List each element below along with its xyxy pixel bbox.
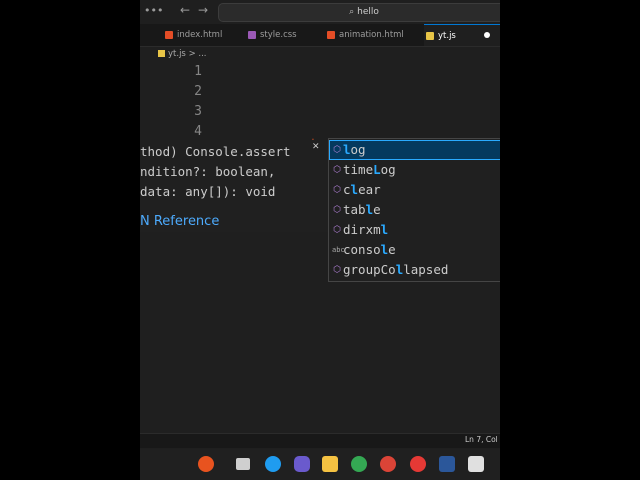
chrome-icon[interactable]: [351, 456, 367, 472]
search-icon: ⌕: [349, 7, 355, 17]
line-number: 2: [194, 84, 202, 99]
snipping-tool-icon[interactable]: [468, 456, 484, 472]
line-number: 1: [194, 64, 202, 79]
command-search-box[interactable]: ⌕ hello: [218, 3, 500, 22]
method-icon: ⬡: [333, 165, 341, 175]
reference-link[interactable]: N Reference: [140, 214, 219, 229]
chrome-profile-icon[interactable]: [380, 456, 396, 472]
tab-label: index.html: [177, 30, 223, 40]
app-fire-icon[interactable]: [198, 456, 214, 472]
method-icon: ⬡: [333, 265, 341, 275]
status-bar: Ln 7, Col 1: [140, 433, 500, 448]
suggestion-label: groupCollapsed: [343, 262, 449, 277]
suggestion-item[interactable]: ⬡ table: [329, 200, 500, 220]
suggestion-label: log: [343, 142, 366, 157]
vscode-window: ••• ← → ⌕ hello index.html style.css anim…: [140, 0, 500, 480]
search-text: hello: [357, 7, 379, 17]
suggestion-label: clear: [343, 182, 381, 197]
suggestion-item[interactable]: ⬡ clear: [329, 180, 500, 200]
suggestion-item[interactable]: ⬡ timeLog: [329, 160, 500, 180]
tab-animation-html[interactable]: animation.html: [327, 24, 404, 46]
suggest-widget: ⬡ log ⬡ timeLog ⬡ clear ⬡ table ⬡ dirxml…: [328, 138, 500, 282]
suggestion-item[interactable]: ⬡ log: [329, 140, 500, 160]
more-icon[interactable]: •••: [144, 4, 163, 17]
taskbar: [140, 449, 500, 480]
html-file-icon: [327, 31, 335, 39]
suggestion-label: timeLog: [343, 162, 396, 177]
method-icon: ⬡: [333, 145, 341, 155]
breadcrumb-file: yt.js: [168, 49, 186, 59]
tab-label: yt.js: [438, 31, 456, 41]
breadcrumb[interactable]: yt.js > ...: [158, 47, 207, 61]
parameter-hint-popup: ✕ thod) Console.assert ndition?: boolean…: [140, 140, 330, 232]
hint-signature-line: ndition?: boolean,: [140, 164, 276, 179]
hint-signature-line: data: any[]): void: [140, 184, 276, 199]
word-icon[interactable]: [439, 456, 455, 472]
title-bar: ••• ← → ⌕ hello: [140, 0, 500, 24]
cursor-position[interactable]: Ln 7, Col 1: [465, 435, 500, 444]
copilot-icon[interactable]: [294, 456, 310, 472]
js-file-icon: [158, 50, 165, 57]
tab-label: style.css: [260, 30, 297, 40]
suggestion-item[interactable]: ⬡ groupCollapsed: [329, 260, 500, 280]
js-file-icon: [426, 32, 434, 40]
edge-icon[interactable]: [265, 456, 281, 472]
method-icon: ⬡: [333, 205, 341, 215]
tab-style-css[interactable]: style.css: [248, 24, 297, 46]
line-number: 3: [194, 104, 202, 119]
unsaved-dot-icon[interactable]: [484, 32, 490, 38]
suggestion-item[interactable]: ⬡ dirxml: [329, 220, 500, 240]
forward-arrow-icon[interactable]: →: [198, 3, 208, 17]
suggestion-label: console: [343, 242, 396, 257]
hint-signature-line: thod) Console.assert: [140, 144, 291, 159]
suggestion-label: table: [343, 202, 381, 217]
html-file-icon: [165, 31, 173, 39]
task-view-icon[interactable]: [236, 458, 250, 470]
breadcrumb-separator: > ...: [188, 49, 207, 59]
suggestion-item[interactable]: abc console: [329, 240, 500, 260]
back-arrow-icon[interactable]: ←: [180, 3, 190, 17]
method-icon: ⬡: [333, 185, 341, 195]
editor-tabs: index.html style.css animation.html yt.j…: [140, 24, 500, 47]
suggestion-label: dirxml: [343, 222, 389, 237]
close-icon[interactable]: ✕: [312, 142, 320, 152]
wps-icon[interactable]: [410, 456, 426, 472]
line-number: 4: [194, 124, 202, 139]
text-abc-icon: abc: [332, 246, 345, 254]
folder-icon[interactable]: [322, 456, 338, 472]
css-file-icon: [248, 31, 256, 39]
tab-label: animation.html: [339, 30, 404, 40]
method-icon: ⬡: [333, 225, 341, 235]
tab-index-html[interactable]: index.html: [165, 24, 222, 46]
